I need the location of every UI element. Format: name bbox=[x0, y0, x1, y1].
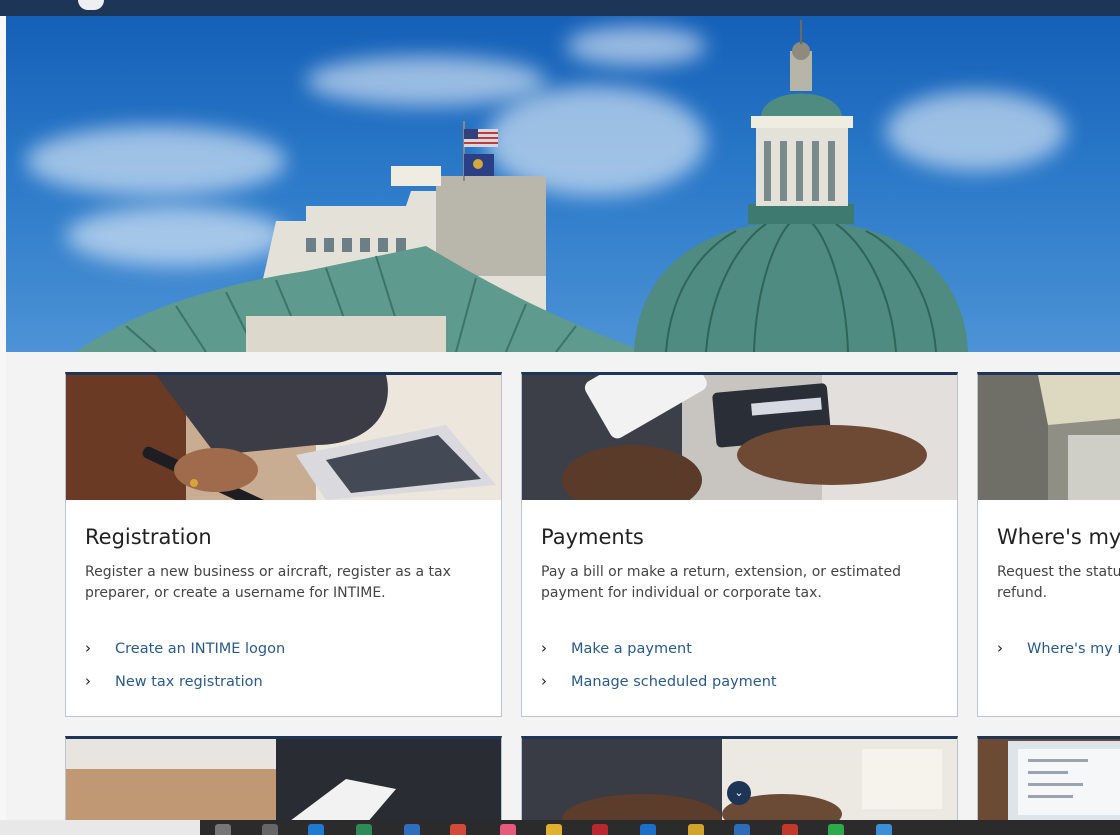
app-icon[interactable] bbox=[876, 824, 892, 835]
outlook-icon[interactable] bbox=[640, 824, 656, 835]
chrome-icon[interactable] bbox=[450, 824, 466, 835]
hero-image bbox=[6, 16, 1120, 352]
card-links: › Where's my r bbox=[997, 639, 1120, 672]
statehouse-dome-illustration bbox=[76, 20, 968, 352]
card-title: Registration bbox=[85, 525, 212, 549]
card-links: › Make a payment › Manage scheduled paymen… bbox=[541, 639, 777, 705]
card-description: Register a new business or aircraft, reg… bbox=[85, 564, 451, 601]
chevron-right-icon: › bbox=[85, 672, 91, 690]
top-navigation-bar bbox=[0, 0, 1120, 16]
edge-browser-icon[interactable] bbox=[308, 824, 324, 835]
chevron-down-icon[interactable]: ⌄ bbox=[727, 781, 751, 805]
search-icon[interactable] bbox=[215, 824, 231, 835]
link-label[interactable]: Manage scheduled payment bbox=[571, 674, 777, 690]
payments-photo bbox=[522, 375, 957, 500]
taskbar-search-area[interactable] bbox=[0, 820, 200, 835]
refund-photo bbox=[978, 375, 1120, 500]
os-taskbar bbox=[0, 820, 1120, 835]
wheres-my-refund-card: Where's my Request the statu refund. › Wh… bbox=[977, 372, 1120, 717]
chevron-right-icon: › bbox=[541, 639, 547, 657]
card-title: Where's my bbox=[997, 525, 1120, 549]
word-icon[interactable] bbox=[404, 824, 420, 835]
pdf-reader-icon[interactable] bbox=[782, 824, 798, 835]
folder-icon[interactable] bbox=[546, 824, 562, 835]
card-description: Pay a bill or make a return, extension, … bbox=[541, 564, 901, 601]
chevron-right-icon: › bbox=[85, 639, 91, 657]
registration-card: Registration Register a new business or … bbox=[65, 372, 502, 717]
spotify-icon[interactable] bbox=[828, 824, 844, 835]
calculator-icon[interactable] bbox=[734, 824, 750, 835]
create-intime-logon-link[interactable]: › Create an INTIME logon bbox=[85, 639, 285, 672]
state-logo-icon[interactable] bbox=[78, 0, 104, 10]
acrobat-icon[interactable] bbox=[592, 824, 608, 835]
task-view-icon[interactable] bbox=[262, 824, 278, 835]
link-label[interactable]: New tax registration bbox=[115, 674, 263, 690]
excel-icon[interactable] bbox=[356, 824, 372, 835]
row2-left-photo bbox=[66, 739, 501, 824]
chevron-right-icon: › bbox=[541, 672, 547, 690]
link-label[interactable]: Make a payment bbox=[571, 641, 692, 657]
wheres-my-refund-link[interactable]: › Where's my r bbox=[997, 639, 1120, 672]
payments-card: Payments Pay a bill or make a return, ex… bbox=[521, 372, 958, 717]
card-title: Payments bbox=[541, 525, 644, 549]
manage-scheduled-payment-link[interactable]: › Manage scheduled payment bbox=[541, 672, 777, 705]
new-tax-registration-link[interactable]: › New tax registration bbox=[85, 672, 285, 705]
paint-icon[interactable] bbox=[500, 824, 516, 835]
sticky-notes-icon[interactable] bbox=[688, 824, 704, 835]
row2-right-photo bbox=[978, 739, 1120, 824]
registration-photo bbox=[66, 375, 501, 500]
link-label[interactable]: Where's my r bbox=[1027, 641, 1120, 657]
make-a-payment-link[interactable]: › Make a payment bbox=[541, 639, 777, 672]
link-label[interactable]: Create an INTIME logon bbox=[115, 641, 285, 657]
card-description: Request the statu refund. bbox=[997, 564, 1120, 601]
page: Registration Register a new business or … bbox=[0, 0, 1120, 835]
chevron-right-icon: › bbox=[997, 639, 1003, 657]
card-links: › Create an INTIME logon › New tax registr… bbox=[85, 639, 285, 705]
